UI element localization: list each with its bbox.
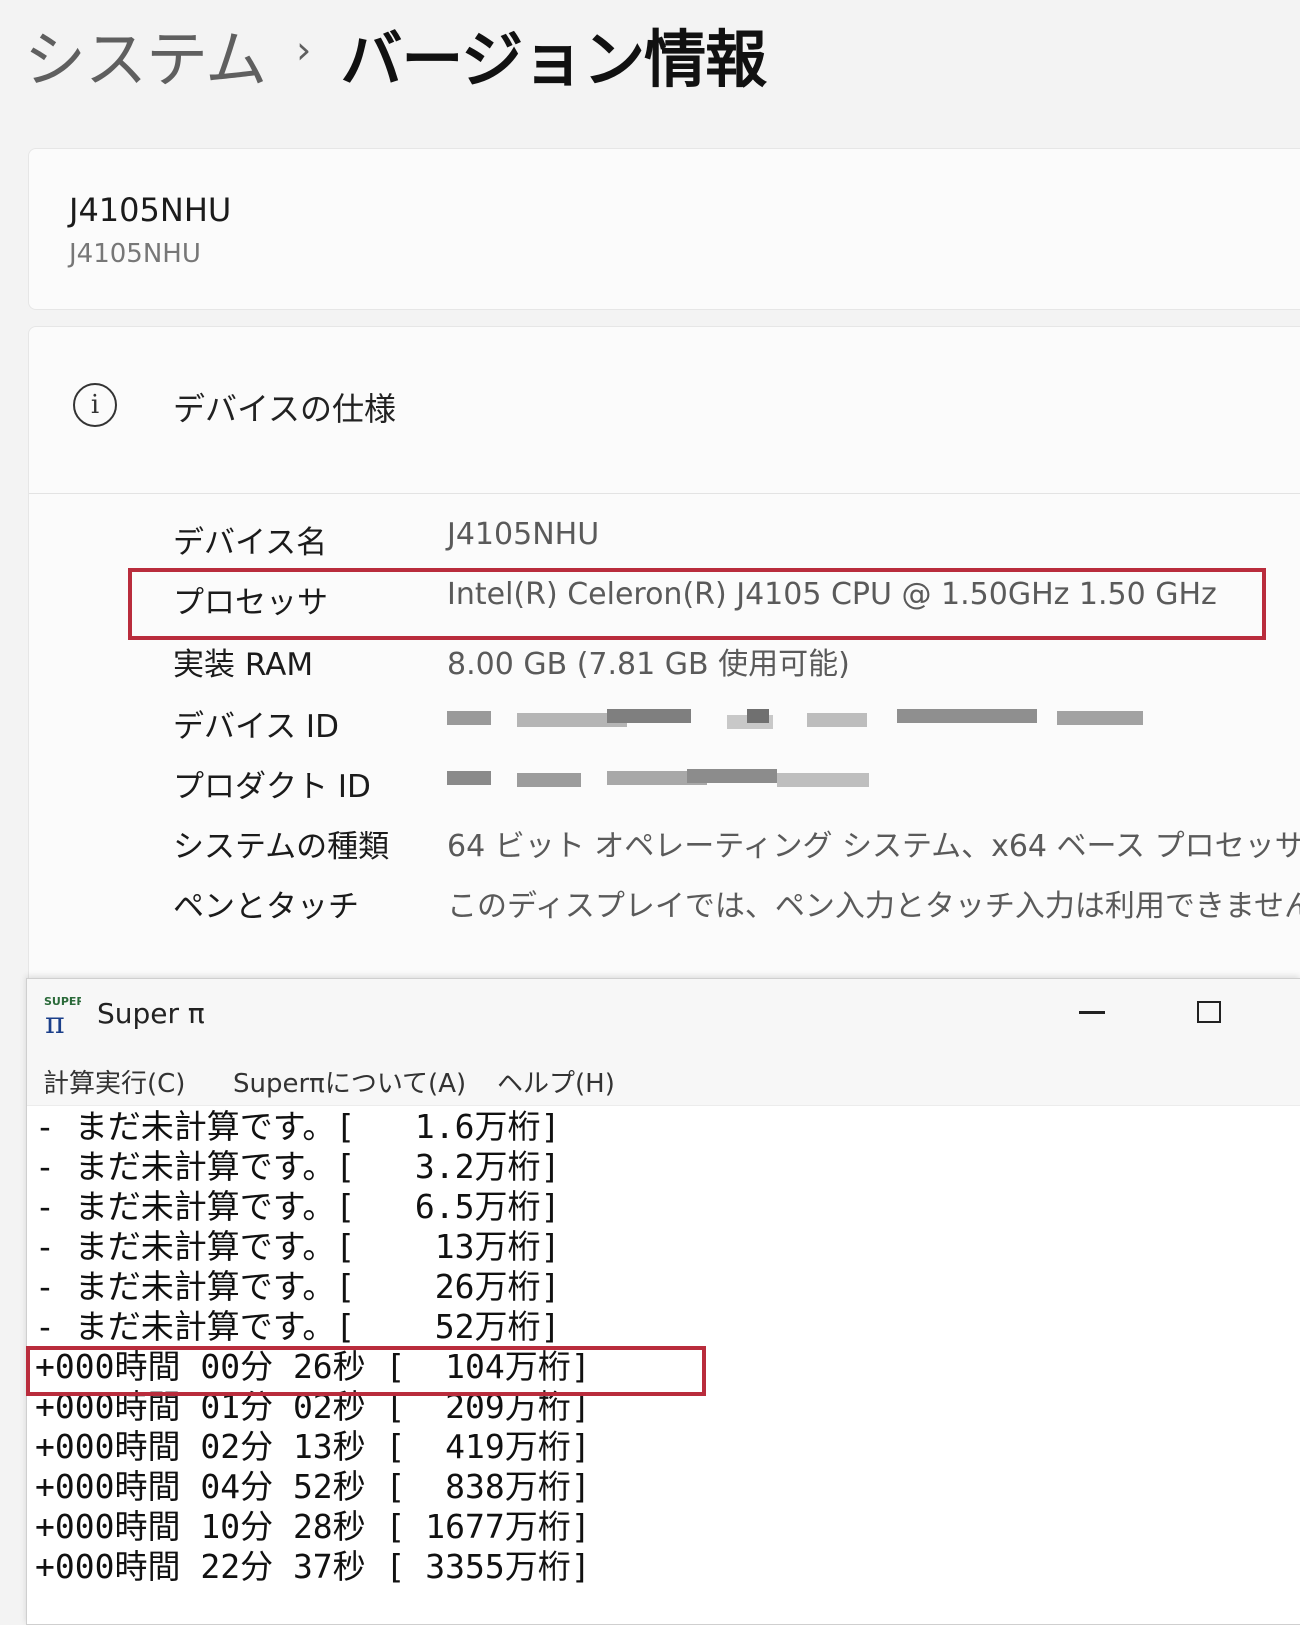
redacted-device-id <box>447 707 1167 737</box>
spec-value[interactable]: 64 ビット オペレーティング システム、x64 ベース プロセッサ <box>447 821 1300 865</box>
spec-label: デバイス ID <box>173 709 339 745</box>
info-icon: i <box>73 383 117 427</box>
spec-label: プロセッサ <box>173 585 328 621</box>
spec-value[interactable]: 8.00 GB (7.81 GB 使用可能) <box>447 639 850 683</box>
menu-calc[interactable]: 計算実行(C) <box>43 1063 185 1100</box>
result-line: - まだ未計算です。[ 3.2万桁] <box>35 1147 561 1186</box>
spec-label: システムの種類 <box>173 829 390 865</box>
result-line: +000時間 10分 28秒 [ 1677万桁] <box>35 1507 591 1546</box>
device-specs-card: i デバイスの仕様 デバイス名 J4105NHU プロセッサ Intel(R) … <box>28 326 1300 988</box>
result-line: - まだ未計算です。[ 13万桁] <box>35 1227 561 1266</box>
menu-about[interactable]: Superπについて(A) <box>233 1063 466 1100</box>
spec-label: デバイス名 <box>173 525 328 561</box>
svg-text:π: π <box>45 1006 65 1035</box>
device-name-card[interactable]: J4105NHU J4105NHU <box>28 148 1300 310</box>
result-line: +000時間 04分 52秒 [ 838万桁] <box>35 1467 591 1506</box>
breadcrumb-system[interactable]: システム <box>24 9 267 99</box>
spec-value[interactable]: J4105NHU <box>447 517 599 552</box>
device-name: J4105NHU <box>69 191 232 229</box>
result-line: +000時間 00分 26秒 [ 104万桁] <box>35 1347 591 1386</box>
breadcrumb: システム › バージョン情報 <box>24 14 767 96</box>
result-line: - まだ未計算です。[ 1.6万桁] <box>35 1107 561 1146</box>
spec-row-device-id: デバイス ID <box>29 691 1300 749</box>
superpi-logo-icon: SUPER π <box>44 995 81 1035</box>
superpi-titlebar[interactable]: SUPER π Super π <box>27 979 1300 1049</box>
specs-title: デバイスの仕様 <box>173 390 397 428</box>
spec-value[interactable]: Intel(R) Celeron(R) J4105 CPU @ 1.50GHz … <box>447 577 1217 612</box>
superpi-window[interactable]: SUPER π Super π 計算実行(C) Superπについて(A) ヘル… <box>26 978 1300 1625</box>
spec-row-pen-touch: ペンとタッチ このディスプレイでは、ペン入力とタッチ入力は利用できません <box>29 871 1300 929</box>
spec-row-system-type: システムの種類 64 ビット オペレーティング システム、x64 ベース プロセ… <box>29 811 1300 869</box>
chevron-right-icon: › <box>296 28 311 72</box>
spec-row-ram: 実装 RAM 8.00 GB (7.81 GB 使用可能) <box>29 629 1300 687</box>
result-line: +000時間 22分 37秒 [ 3355万桁] <box>35 1547 591 1586</box>
result-line: - まだ未計算です。[ 26万桁] <box>35 1267 561 1306</box>
superpi-output: - まだ未計算です。[ 1.6万桁] - まだ未計算です。[ 3.2万桁] - … <box>27 1105 1300 1624</box>
menu-help[interactable]: ヘルプ(H) <box>497 1063 615 1100</box>
result-line: - まだ未計算です。[ 52万桁] <box>35 1307 561 1346</box>
spec-label: 実装 RAM <box>173 647 314 683</box>
page-title: バージョン情報 <box>340 23 767 96</box>
spec-row-processor: プロセッサ Intel(R) Celeron(R) J4105 CPU @ 1.… <box>29 567 1300 625</box>
superpi-title: Super π <box>97 997 205 1030</box>
spec-row-product-id: プロダクト ID <box>29 751 1300 809</box>
specs-header[interactable]: i デバイスの仕様 <box>29 327 1300 494</box>
result-line: +000時間 02分 13秒 [ 419万桁] <box>35 1427 591 1466</box>
device-model: J4105NHU <box>69 239 201 269</box>
result-line: +000時間 01分 02秒 [ 209万桁] <box>35 1387 591 1426</box>
result-line: - まだ未計算です。[ 6.5万桁] <box>35 1187 561 1226</box>
spec-label: プロダクト ID <box>173 769 371 805</box>
minimize-icon[interactable] <box>1079 999 1105 1019</box>
superpi-menubar: 計算実行(C) Superπについて(A) ヘルプ(H) <box>27 1049 1300 1106</box>
maximize-icon[interactable] <box>1197 1001 1221 1023</box>
spec-value[interactable]: このディスプレイでは、ペン入力とタッチ入力は利用できません <box>447 881 1300 925</box>
spec-label: ペンとタッチ <box>173 889 359 925</box>
spec-row-device-name: デバイス名 J4105NHU <box>29 507 1300 565</box>
redacted-product-id <box>447 767 907 797</box>
